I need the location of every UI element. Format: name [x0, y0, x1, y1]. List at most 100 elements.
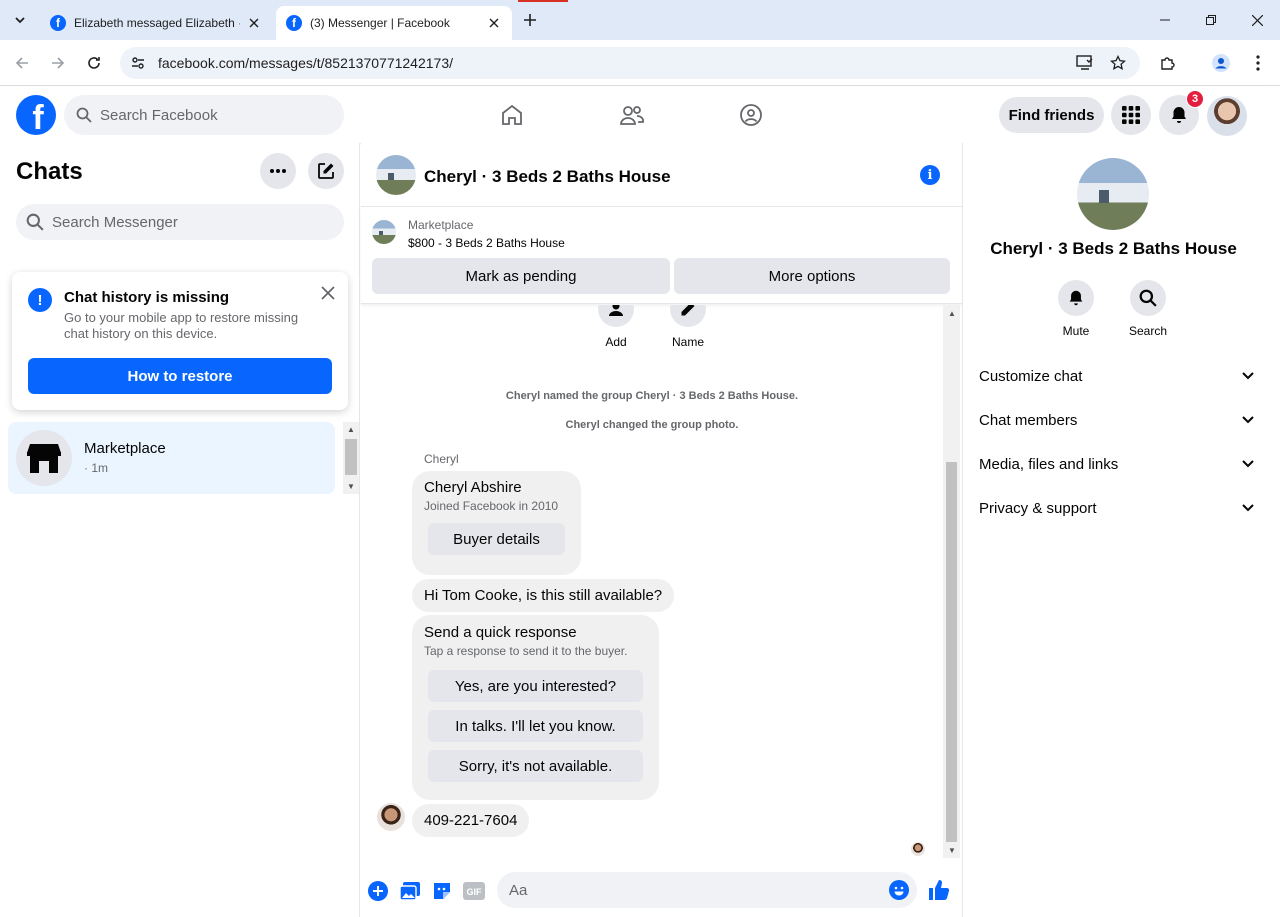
messenger-search-input[interactable]: Search Messenger	[16, 204, 344, 240]
add-label: Add	[605, 335, 627, 349]
menu-button[interactable]	[1111, 95, 1151, 135]
chats-sidebar: Chats Search Messenger ! Chat history is…	[0, 143, 360, 917]
compose-icon	[318, 163, 334, 179]
info-icon[interactable]: i	[920, 165, 940, 185]
arrow-right-icon	[52, 57, 65, 69]
puzzle-icon	[1161, 57, 1175, 70]
listing-title[interactable]: $800 - 3 Beds 2 Baths House	[408, 236, 565, 250]
site-info-icon[interactable]	[128, 53, 148, 73]
plus-circle-icon[interactable]	[367, 880, 389, 902]
search-icon	[1130, 280, 1166, 316]
search-placeholder: Search Facebook	[100, 106, 218, 124]
read-receipt-avatar	[911, 842, 925, 856]
tab-title: Elizabeth messaged Elizabeth ·	[74, 16, 240, 30]
bookmark-star-icon[interactable]	[1108, 53, 1128, 73]
thread-scrollbar[interactable]: ▲ ▼	[943, 305, 960, 858]
notice-title: Chat history is missing	[64, 289, 230, 306]
new-tab-button[interactable]	[518, 8, 542, 32]
browser-menu-button[interactable]	[1247, 52, 1269, 74]
how-to-restore-button[interactable]: How to restore	[28, 358, 332, 394]
system-message: Cheryl changed the group photo.	[565, 419, 739, 431]
sticker-icon[interactable]	[431, 880, 453, 902]
friends-icon	[620, 106, 644, 125]
friends-nav[interactable]	[618, 101, 646, 129]
url-field[interactable]: facebook.com/messages/t/8521370771242173…	[120, 47, 1140, 79]
quick-response-subtitle: Tap a response to send it to the buyer.	[424, 644, 628, 658]
extensions-button[interactable]	[1157, 52, 1179, 74]
section-customize-chat[interactable]: Customize chat	[979, 356, 1254, 396]
pencil-icon	[670, 305, 706, 327]
sender-avatar[interactable]	[377, 803, 405, 831]
find-friends-button[interactable]: Find friends	[999, 97, 1104, 133]
browser-tab[interactable]: f Elizabeth messaged Elizabeth ·	[40, 6, 272, 40]
account-avatar[interactable]	[1207, 96, 1247, 136]
marketplace-icon	[16, 430, 72, 486]
quick-response-title: Send a quick response	[424, 624, 577, 641]
name-group-action[interactable]: Name	[658, 305, 718, 349]
close-window-button[interactable]	[1234, 0, 1280, 40]
search-label: Search	[1128, 324, 1168, 338]
tab-search-button[interactable]	[8, 8, 32, 32]
mark-as-pending-button[interactable]: Mark as pending	[372, 258, 670, 294]
messenger-search-placeholder: Search Messenger	[52, 213, 178, 231]
chevron-down-icon	[1242, 504, 1254, 512]
chat-options-button[interactable]	[260, 153, 296, 189]
add-member-action[interactable]: Add	[586, 305, 646, 349]
group-photo[interactable]	[376, 155, 416, 195]
restore-button[interactable]	[1188, 0, 1234, 40]
facebook-icon: f	[50, 15, 66, 31]
quick-response-option[interactable]: Yes, are you interested?	[428, 670, 643, 702]
sidebar-scrollbar[interactable]: ▲ ▼	[343, 422, 359, 494]
url-text: facebook.com/messages/t/8521370771242173…	[158, 55, 453, 71]
loading-indicator	[518, 0, 568, 2]
section-chat-members[interactable]: Chat members	[979, 400, 1254, 440]
chevron-down-icon	[1242, 416, 1254, 424]
notification-badge: 3	[1186, 90, 1204, 108]
group-photo-large[interactable]	[1077, 158, 1149, 230]
photo-icon[interactable]	[399, 880, 421, 902]
section-privacy-support[interactable]: Privacy & support	[979, 488, 1254, 528]
install-app-icon[interactable]	[1075, 53, 1095, 73]
scrollbar-thumb[interactable]	[345, 439, 357, 475]
message-input[interactable]: Aa	[497, 872, 917, 908]
browser-tab-active[interactable]: f (3) Messenger | Facebook	[276, 6, 512, 40]
close-icon[interactable]	[318, 283, 338, 303]
mute-label: Mute	[1062, 324, 1090, 338]
grid-menu-icon	[1122, 106, 1140, 124]
scrollbar-thumb[interactable]	[946, 462, 957, 842]
quick-response-option[interactable]: Sorry, it's not available.	[428, 750, 643, 782]
close-tab-icon[interactable]	[246, 15, 262, 31]
profile-button[interactable]	[1210, 52, 1232, 74]
more-options-button[interactable]: More options	[674, 258, 950, 294]
conversation-title[interactable]: Cheryl · 3 Beds 2 Baths House	[424, 167, 671, 187]
bell-icon	[1172, 107, 1186, 123]
section-label: Customize chat	[979, 367, 1083, 385]
page-scrollbar[interactable]	[1263, 87, 1280, 917]
mute-action[interactable]: Mute	[1046, 280, 1106, 338]
browser-tab-bar: f Elizabeth messaged Elizabeth · f (3) M…	[0, 0, 1280, 40]
reload-button[interactable]	[82, 51, 106, 75]
new-message-button[interactable]	[308, 153, 344, 189]
gif-icon[interactable]: GIF	[463, 880, 485, 902]
bell-icon	[1058, 280, 1094, 316]
home-nav[interactable]	[498, 101, 526, 129]
conversation-header: Cheryl · 3 Beds 2 Baths House i	[361, 143, 962, 207]
quick-response-option[interactable]: In talks. I'll let you know.	[428, 710, 643, 742]
chats-title: Chats	[16, 158, 83, 185]
groups-nav[interactable]	[737, 101, 765, 129]
like-thumb-icon[interactable]	[928, 879, 950, 901]
section-media-files-links[interactable]: Media, files and links	[979, 444, 1254, 484]
person-icon	[1212, 54, 1230, 72]
forward-button[interactable]	[46, 51, 70, 75]
section-label: Privacy & support	[979, 499, 1097, 517]
emoji-icon[interactable]	[889, 880, 909, 900]
conversation-item-marketplace[interactable]: Marketplace · 1m	[8, 422, 335, 494]
back-button[interactable]	[10, 51, 34, 75]
buyer-details-button[interactable]: Buyer details	[428, 523, 565, 555]
close-tab-icon[interactable]	[486, 15, 502, 31]
details-title: Cheryl · 3 Beds 2 Baths House	[990, 239, 1237, 258]
search-action[interactable]: Search	[1118, 280, 1178, 338]
minimize-button[interactable]	[1142, 0, 1188, 40]
facebook-search-input[interactable]: Search Facebook	[64, 95, 344, 135]
facebook-logo[interactable]: f	[16, 95, 56, 135]
